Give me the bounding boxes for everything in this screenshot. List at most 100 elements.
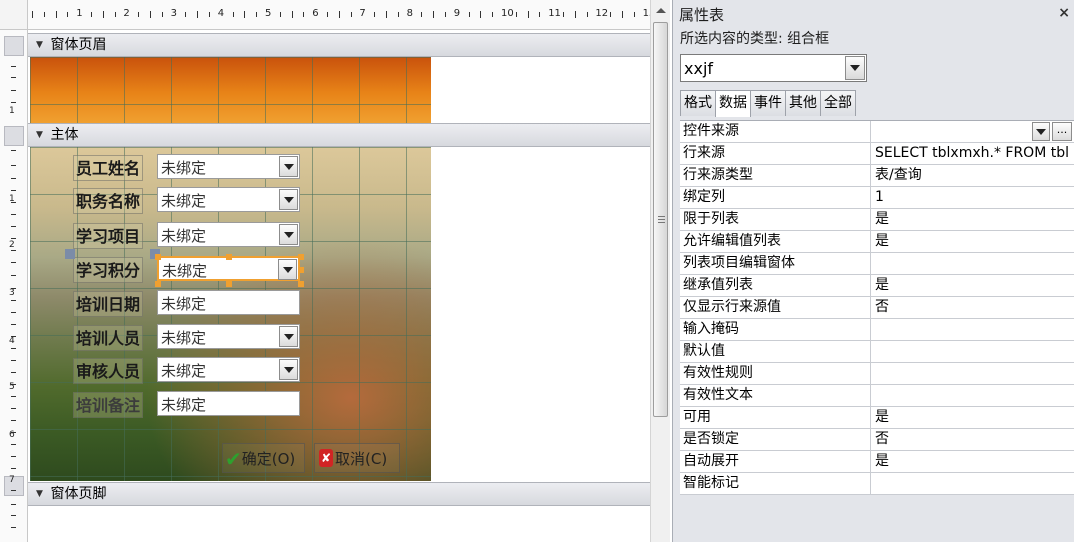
combo-box[interactable]: 未绑定: [157, 154, 300, 179]
field-label[interactable]: 学习项目: [73, 223, 144, 249]
detail-canvas[interactable]: 员工姓名 未绑定 职务名称 未绑定 学习项目 未绑定 学习积分 未绑定 培训日期 未绑定 培训人员未…: [30, 147, 431, 481]
property-value[interactable]: 否: [872, 297, 1074, 318]
selection-handle[interactable]: [155, 281, 161, 287]
cancel-button[interactable]: ✘ 取消(C): [314, 443, 400, 473]
combo-box[interactable]: 未绑定: [157, 324, 300, 349]
section-selector[interactable]: [4, 126, 24, 146]
scroll-thumb[interactable]: [653, 22, 668, 417]
property-row[interactable]: 行来源类型 表/查询: [680, 165, 1074, 187]
ruler-corner[interactable]: [0, 0, 28, 30]
property-value[interactable]: [872, 363, 1074, 384]
form-footer-area[interactable]: [28, 506, 650, 542]
selection-handle[interactable]: [226, 281, 232, 287]
property-row[interactable]: 绑定列 1: [680, 187, 1074, 209]
scroll-up-button[interactable]: [653, 2, 668, 19]
text-box[interactable]: 未绑定: [157, 290, 300, 315]
dropdown-button[interactable]: [279, 326, 298, 347]
ruler-tick: [11, 90, 16, 91]
text-box[interactable]: 未绑定: [157, 391, 300, 416]
selection-handle[interactable]: [226, 254, 232, 260]
property-value[interactable]: [872, 385, 1074, 406]
dropdown-button[interactable]: [279, 156, 298, 177]
property-tab[interactable]: 其他: [785, 90, 821, 116]
property-value[interactable]: [872, 319, 1074, 340]
field-label[interactable]: 培训备注: [73, 392, 144, 418]
ruler-tick: [11, 226, 16, 227]
property-row[interactable]: 是否锁定否: [680, 429, 1074, 451]
combo-box[interactable]: 未绑定: [157, 222, 300, 247]
form-footer-section-bar[interactable]: ▼ 窗体页脚: [28, 482, 650, 506]
designer-vertical-scrollbar[interactable]: [650, 0, 670, 542]
selection-handle[interactable]: [155, 254, 161, 260]
selection-handle[interactable]: [298, 254, 304, 260]
property-dropdown-button[interactable]: [1032, 122, 1050, 141]
grip-line: [658, 219, 665, 220]
object-selector[interactable]: xxjf: [680, 54, 867, 82]
property-value[interactable]: [872, 253, 1074, 274]
ruler-tick: [102, 11, 104, 18]
object-selector-dropdown-button[interactable]: [845, 56, 865, 80]
build-button[interactable]: ...: [1052, 122, 1072, 141]
ruler-tick: [468, 12, 470, 17]
form-header-section-bar[interactable]: ▼ 窗体页眉: [28, 33, 650, 57]
dropdown-button[interactable]: [279, 359, 298, 380]
ruler-tick: [11, 102, 16, 103]
field-label[interactable]: 学习积分: [73, 257, 144, 283]
property-row[interactable]: 自动展开是: [680, 451, 1074, 473]
property-row[interactable]: 可用是: [680, 407, 1074, 429]
field-label[interactable]: 职务名称: [73, 188, 144, 214]
control-source-text: 未绑定: [161, 396, 207, 414]
property-row[interactable]: 控件来源...: [680, 121, 1074, 143]
dropdown-button[interactable]: [278, 259, 297, 280]
property-value[interactable]: 是: [872, 231, 1074, 252]
selection-handle[interactable]: [298, 281, 304, 287]
property-value[interactable]: 是: [872, 407, 1074, 428]
property-value[interactable]: SELECT tblxmxh.* FROM tbl: [872, 143, 1074, 164]
property-value[interactable]: 表/查询: [872, 165, 1074, 186]
horizontal-ruler[interactable]: 12345678910111213: [28, 0, 650, 30]
property-tab[interactable]: 全部: [820, 90, 856, 116]
field-label[interactable]: 培训日期: [73, 291, 144, 317]
property-row[interactable]: 限于列表是: [680, 209, 1074, 231]
field-label[interactable]: 审核人员: [73, 358, 144, 384]
dropdown-button[interactable]: [279, 224, 298, 245]
property-value[interactable]: 是: [872, 209, 1074, 230]
triangle-down-icon: ▼: [36, 489, 43, 499]
field-label[interactable]: 培训人员: [73, 325, 144, 351]
ruler-tick: [11, 165, 16, 166]
property-value[interactable]: 是: [872, 451, 1074, 472]
property-row[interactable]: 列表项目编辑窗体: [680, 253, 1074, 275]
combo-box[interactable]: 未绑定: [157, 187, 300, 212]
field-label[interactable]: 员工姓名: [73, 155, 144, 181]
property-value[interactable]: 是: [872, 275, 1074, 296]
property-tab[interactable]: 数据: [715, 90, 751, 117]
property-row[interactable]: 行来源 SELECT tblxmxh.* FROM tbl: [680, 143, 1074, 165]
property-value[interactable]: 1: [872, 187, 1074, 208]
property-value[interactable]: 否: [872, 429, 1074, 450]
property-tab[interactable]: 格式: [680, 90, 716, 116]
detail-section-bar[interactable]: ▼ 主体: [28, 123, 650, 147]
property-row[interactable]: 默认值: [680, 341, 1074, 363]
property-row[interactable]: 有效性文本: [680, 385, 1074, 407]
selection-handle[interactable]: [65, 249, 75, 259]
property-value[interactable]: [872, 341, 1074, 362]
property-row[interactable]: 智能标记: [680, 473, 1074, 495]
property-row[interactable]: 输入掩码: [680, 319, 1074, 341]
dropdown-button[interactable]: [279, 189, 298, 210]
combo-box[interactable]: 未绑定: [157, 357, 300, 382]
close-icon[interactable]: ×: [1058, 5, 1070, 21]
ruler-tick: [11, 150, 16, 151]
grid-line: [406, 147, 407, 481]
property-name: 仅显示行来源值: [680, 297, 871, 318]
section-selector[interactable]: [4, 36, 24, 56]
property-tab[interactable]: 事件: [750, 90, 786, 116]
property-row[interactable]: 有效性规则: [680, 363, 1074, 385]
property-row[interactable]: 仅显示行来源值否: [680, 297, 1074, 319]
selection-handle[interactable]: [298, 267, 304, 273]
form-header-canvas[interactable]: [30, 57, 431, 123]
property-value[interactable]: [872, 473, 1074, 494]
property-row[interactable]: 继承值列表是: [680, 275, 1074, 297]
ok-button[interactable]: ✔确定(O): [222, 443, 305, 473]
vertical-ruler[interactable]: 1 1 2 3 4 5 6 7: [0, 30, 28, 542]
property-row[interactable]: 允许编辑值列表是: [680, 231, 1074, 253]
